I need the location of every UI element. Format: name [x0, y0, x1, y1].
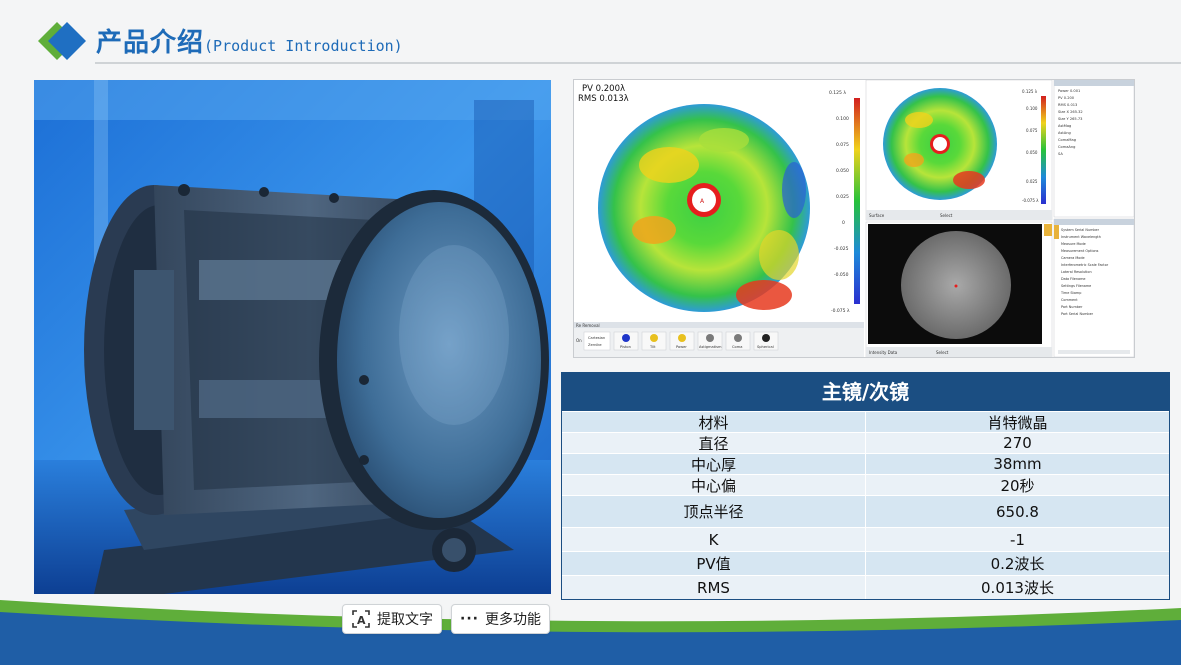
spec-table-title: 主镜/次镜 [562, 373, 1169, 411]
spherical-button-label: Spherical [757, 345, 774, 349]
page-title-en: (Product Introduction) [204, 37, 403, 55]
info-row: Settings Filename [1061, 284, 1091, 288]
more-icon: ··· [460, 611, 479, 627]
main-scale-tick: 0.050 [836, 168, 849, 174]
main-scale-tick: -0.025 [834, 246, 849, 252]
spec-value: -1 [865, 528, 1169, 551]
info-row: Part Number [1061, 305, 1083, 309]
main-scale-tick: -0.050 [834, 272, 849, 278]
secondary-scale-tick: 0.075 [1026, 128, 1038, 133]
results-row: PV 0.200 [1058, 96, 1075, 100]
more-functions-label: 更多功能 [484, 612, 541, 628]
info-row: Time Stamp [1060, 291, 1081, 295]
intensity-select[interactable]: Select [936, 350, 949, 355]
info-row: Part Serial Number [1061, 312, 1094, 316]
info-row: Lateral Resolution [1061, 270, 1092, 274]
extract-text-label: 提取文字 [377, 612, 433, 628]
main-scale-max: 0.125 λ [829, 90, 846, 96]
results-row: Size X 265.32 [1058, 110, 1083, 114]
tilt-button-label: Tilt [649, 345, 656, 349]
main-scale-min: -0.075 λ [831, 308, 850, 314]
results-row: AstAng [1058, 131, 1071, 135]
page-title: 产品介绍(Product Introduction) [96, 22, 403, 59]
secondary-scale-tick: 0.050 [1026, 150, 1038, 155]
spec-label: 直径 [698, 434, 729, 453]
title-divider [95, 62, 1181, 64]
results-row: ComaAng [1058, 145, 1075, 149]
table-row: 中心偏 20秒 [562, 474, 1169, 495]
piston-button-label: Piston [620, 345, 631, 349]
secondary-scale-min: -0.075 λ [1022, 198, 1039, 203]
main-scale-tick: 0.075 [836, 142, 849, 148]
results-row: AstMag [1058, 124, 1071, 128]
results-row: SA [1058, 152, 1063, 156]
info-row: Interferometric Scale Factor [1061, 263, 1109, 267]
spec-label: 中心偏 [690, 476, 736, 495]
info-row: Instrument Wavelength [1061, 235, 1101, 239]
table-row: 顶点半径 650.8 [562, 495, 1169, 527]
spec-label: 中心厚 [690, 455, 736, 474]
results-row: Power 0.001 [1058, 89, 1080, 93]
bottom-wave-decoration [0, 600, 1181, 665]
text-recognition-icon: A [352, 610, 370, 628]
svg-text:On: On [576, 338, 582, 343]
option-zernike[interactable]: Zernike [588, 343, 602, 347]
product-photo [34, 80, 551, 594]
results-row: ComaMag [1058, 138, 1076, 142]
secondary-select[interactable]: Select [940, 213, 953, 218]
mirror-assembly-image [34, 80, 551, 594]
spec-value: 270 [865, 433, 1169, 453]
results-row: RMS 0.013 [1058, 103, 1077, 107]
table-row: 直径 270 [562, 432, 1169, 453]
info-row: Measure Mode [1061, 242, 1086, 246]
logo-diamond-icon [38, 22, 86, 60]
main-colorbar [854, 98, 860, 304]
secondary-scale-tick: 0.025 [1026, 179, 1038, 184]
option-cartesian[interactable]: Cartesian [588, 336, 605, 340]
intensity-status: Intensity Data [869, 350, 898, 355]
spec-value: 38mm [865, 454, 1169, 474]
info-scrollbar[interactable] [1058, 350, 1130, 354]
secondary-colorbar [1041, 96, 1046, 204]
info-row: Comment [1061, 298, 1078, 302]
svg-text:A: A [357, 614, 366, 627]
main-scale-tick: 0.025 [836, 194, 849, 200]
spec-value: 肖特微晶 [865, 412, 1169, 432]
terms-removal-title: Re Removal [576, 323, 600, 328]
spec-table: 主镜/次镜 材料 肖特微晶 直径 270 中心厚 38mm 中心偏 20秒 顶点… [561, 372, 1170, 600]
info-row: Camera Mode [1061, 256, 1085, 260]
astigmatism-button-label: Astigmatism [699, 345, 722, 349]
extract-text-button[interactable]: A 提取文字 [342, 604, 442, 634]
spec-label: 顶点半径 [683, 503, 744, 521]
secondary-status: Surface [869, 213, 885, 218]
power-button-label: Power [676, 345, 687, 349]
main-scale-tick: 0.100 [836, 116, 849, 122]
info-row: Data Filename [1061, 277, 1085, 281]
info-row: Measurement Options [1061, 249, 1099, 253]
table-row: PV值 0.2波长 [562, 551, 1169, 575]
spec-label: 材料 [698, 413, 729, 432]
results-row: Size Y 265.73 [1058, 117, 1082, 121]
info-panel [1053, 218, 1135, 358]
spec-value: 20秒 [865, 475, 1169, 495]
spec-value: 650.8 [865, 496, 1169, 527]
interferometry-screenshot: PV 0.200λ RMS 0.013λ A 0.125 λ 0.100 0.0… [573, 79, 1135, 358]
pv-label: PV 0.200λ [582, 84, 625, 94]
rms-label: RMS 0.013λ [578, 94, 629, 104]
spec-value: 0.2波长 [865, 552, 1169, 575]
title-area: 产品介绍(Product Introduction) [0, 0, 1181, 78]
main-scale-tick: 0 [842, 220, 845, 226]
more-functions-button[interactable]: ··· 更多功能 [451, 604, 550, 634]
interferometry-panels: PV 0.200λ RMS 0.013λ A 0.125 λ 0.100 0.0… [574, 79, 1135, 358]
secondary-scale-max: 0.125 λ [1022, 89, 1038, 94]
spec-label: K [708, 530, 719, 549]
secondary-scale-tick: 0.100 [1026, 106, 1038, 111]
table-row: 中心厚 38mm [562, 453, 1169, 474]
spec-label: PV值 [696, 555, 731, 573]
coma-button-label: Coma [732, 345, 742, 349]
table-row: 材料 肖特微晶 [562, 411, 1169, 432]
table-row: K -1 [562, 527, 1169, 551]
info-row: System Serial Number [1061, 228, 1100, 232]
page-title-cn: 产品介绍 [96, 28, 205, 58]
